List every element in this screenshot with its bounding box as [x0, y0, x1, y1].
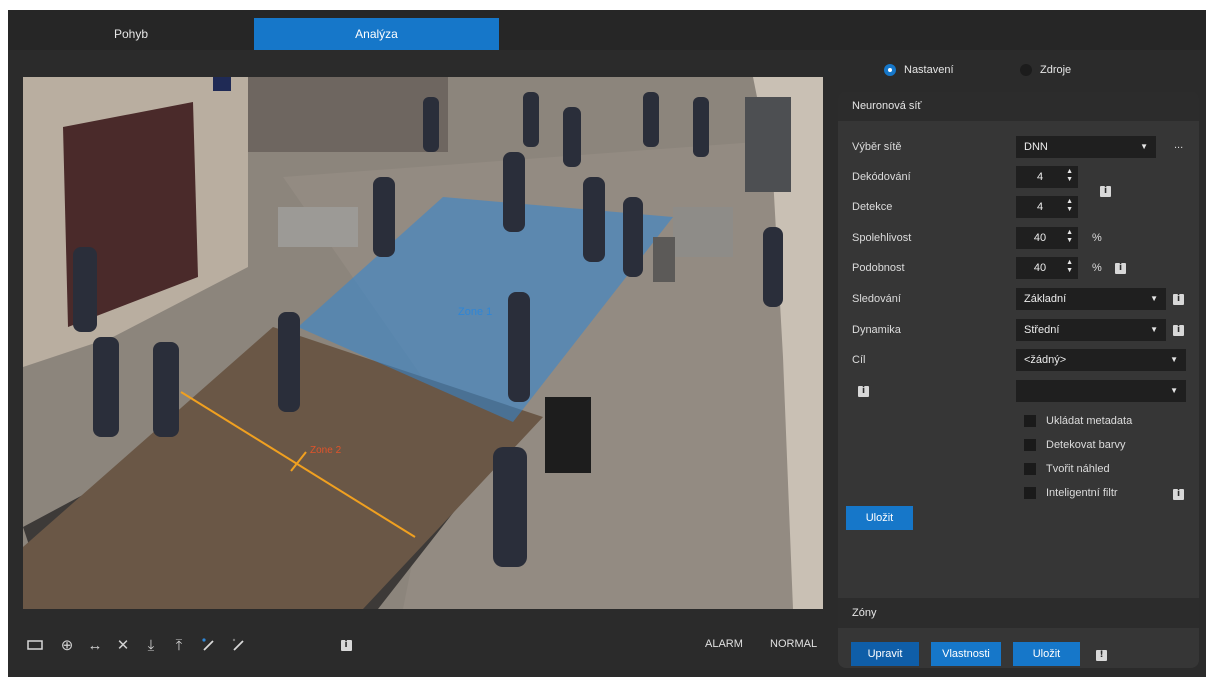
detection-label: Detekce — [852, 201, 893, 213]
horizontal-arrows-icon[interactable]: ↔ — [83, 633, 107, 657]
neural-network-header: Neuronová síť — [838, 92, 1199, 121]
tab-bar: Pohyb Analýza — [8, 10, 1206, 50]
arrow-down-icon[interactable]: ⤓ — [139, 633, 163, 657]
neural-save-button[interactable]: Uložit — [846, 506, 913, 530]
bench — [278, 207, 358, 247]
zones-edit-button[interactable]: Upravit — [851, 642, 919, 666]
dynamics-label: Dynamika — [852, 324, 901, 336]
zones-header: Zóny — [838, 598, 1199, 628]
checkbox-label: Ukládat metadata — [1046, 415, 1133, 427]
tab-analyza[interactable]: Analýza — [254, 18, 499, 50]
zones-save-button[interactable]: Uložit — [1013, 642, 1080, 666]
spinner-arrows-icon[interactable]: ▲ ▼ — [1066, 259, 1073, 275]
settings-panel: Neuronová síť Výběr sítě DNN ▼ ... Dekód… — [838, 92, 1199, 668]
litter-bin — [545, 397, 591, 473]
drawing-toolbar: ⊕ ↔ ✕ ⤓ ⤒ i ALARM NORMAL — [23, 633, 823, 661]
zones-properties-button[interactable]: Vlastnosti — [931, 642, 1001, 666]
status-normal[interactable]: NORMAL — [770, 638, 817, 650]
checkbox-box[interactable] — [1024, 463, 1036, 475]
radio-sources[interactable]: Zdroje — [1020, 64, 1071, 76]
checkbox-label: Tvořit náhled — [1046, 463, 1110, 475]
spinner-arrows-icon[interactable]: ▲ ▼ — [1066, 198, 1073, 214]
similarity-label: Podobnost — [852, 262, 905, 274]
network-select[interactable]: DNN ▼ — [1016, 136, 1156, 158]
checkbox-box[interactable] — [1024, 439, 1036, 451]
target-value: <žádný> — [1024, 354, 1067, 366]
chevron-down-icon: ▼ — [1170, 355, 1178, 364]
checkbox-save-metadata[interactable]: Ukládat metadata — [1024, 415, 1132, 427]
network-label: Výběr sítě — [852, 141, 902, 153]
chevron-down-icon: ▼ — [1140, 142, 1148, 151]
tracking-label: Sledování — [852, 293, 901, 305]
reliability-value: 40 — [1033, 232, 1047, 244]
chevron-down-icon: ▼ — [1150, 325, 1158, 334]
checkbox-label: Detekovat barvy — [1046, 439, 1126, 451]
arrow-up-icon[interactable]: ⤒ — [167, 633, 191, 657]
reliability-label: Spolehlivost — [852, 232, 912, 244]
tab-pohyb[interactable]: Pohyb — [8, 18, 254, 50]
warning-icon[interactable]: ! — [1096, 648, 1107, 661]
radio-settings-label: Nastavení — [904, 64, 954, 76]
spinner-arrows-icon[interactable]: ▲ ▼ — [1066, 168, 1073, 184]
chevron-down-icon: ▼ — [1170, 386, 1178, 395]
checkbox-smart-filter[interactable]: Inteligentní filtr — [1024, 487, 1118, 499]
smart-filter-info-icon[interactable]: i — [1173, 487, 1184, 500]
spinner-arrows-icon[interactable]: ▲ ▼ — [1066, 229, 1073, 245]
network-more-button[interactable]: ... — [1174, 139, 1183, 151]
checkbox-label: Inteligentní filtr — [1046, 487, 1118, 499]
reliability-stepper[interactable]: 40 ▲ ▼ — [1016, 227, 1078, 249]
dynamics-value: Střední — [1024, 324, 1060, 336]
checkbox-box[interactable] — [1024, 487, 1036, 499]
similarity-unit: % — [1092, 262, 1102, 274]
camera-scene: Zone 1 Zone 2 — [23, 77, 823, 609]
similarity-value: 40 — [1033, 262, 1047, 274]
camera-video-view[interactable]: Zone 1 Zone 2 — [23, 77, 823, 609]
dynamics-info-icon[interactable]: i — [1173, 323, 1184, 336]
tracking-info-icon[interactable]: i — [1173, 292, 1184, 305]
reliability-unit: % — [1092, 232, 1102, 244]
bench-2 — [673, 207, 733, 257]
similarity-info-icon[interactable]: i — [1115, 261, 1126, 274]
status-alarm[interactable]: ALARM — [705, 638, 743, 650]
target-label: Cíl — [852, 354, 866, 366]
checkbox-detect-colors[interactable]: Detekovat barvy — [1024, 439, 1125, 451]
back-building — [248, 77, 448, 152]
detection-value: 4 — [1036, 201, 1044, 213]
tracking-select[interactable]: Základní ▼ — [1016, 288, 1166, 310]
rectangle-icon[interactable] — [23, 633, 47, 657]
decoding-info-icon[interactable]: i — [1100, 184, 1111, 197]
decoding-label: Dekódování — [852, 171, 911, 183]
detection-stepper[interactable]: 4 ▲ ▼ — [1016, 196, 1078, 218]
checkbox-box[interactable] — [1024, 415, 1036, 427]
chevron-down-icon: ▼ — [1150, 294, 1158, 303]
shop-sign — [213, 77, 231, 91]
pencil-icon[interactable] — [227, 633, 251, 657]
app-window: Pohyb Analýza Zone 1 Zone 2 ⊕ ↔ ✕ ⤓ ⤒ i … — [8, 10, 1206, 677]
tracking-value: Základní — [1024, 293, 1067, 305]
radio-sources-label: Zdroje — [1040, 64, 1072, 76]
network-value: DNN — [1024, 141, 1048, 153]
phone-booths — [745, 97, 791, 192]
radio-unchecked-icon — [1020, 64, 1032, 76]
add-circle-icon[interactable]: ⊕ — [55, 633, 79, 657]
similarity-stepper[interactable]: 40 ▲ ▼ — [1016, 257, 1078, 279]
radio-settings[interactable]: Nastavení — [884, 64, 954, 76]
pencil-add-icon[interactable] — [197, 633, 221, 657]
decoding-value: 4 — [1036, 171, 1044, 183]
bin-2 — [653, 237, 675, 282]
target-info-icon[interactable]: i — [858, 384, 869, 397]
zone-1-label: Zone 1 — [458, 306, 492, 318]
dynamics-select[interactable]: Střední ▼ — [1016, 319, 1166, 341]
close-icon[interactable]: ✕ — [111, 633, 135, 657]
decoding-stepper[interactable]: 4 ▲ ▼ — [1016, 166, 1078, 188]
zone-2-label: Zone 2 — [310, 445, 342, 456]
radio-checked-icon — [884, 64, 896, 76]
info-icon[interactable]: i — [334, 633, 358, 657]
target-select[interactable]: <žádný> ▼ — [1016, 349, 1186, 371]
extra-select[interactable]: ▼ — [1016, 380, 1186, 402]
checkbox-create-preview[interactable]: Tvořit náhled — [1024, 463, 1110, 475]
